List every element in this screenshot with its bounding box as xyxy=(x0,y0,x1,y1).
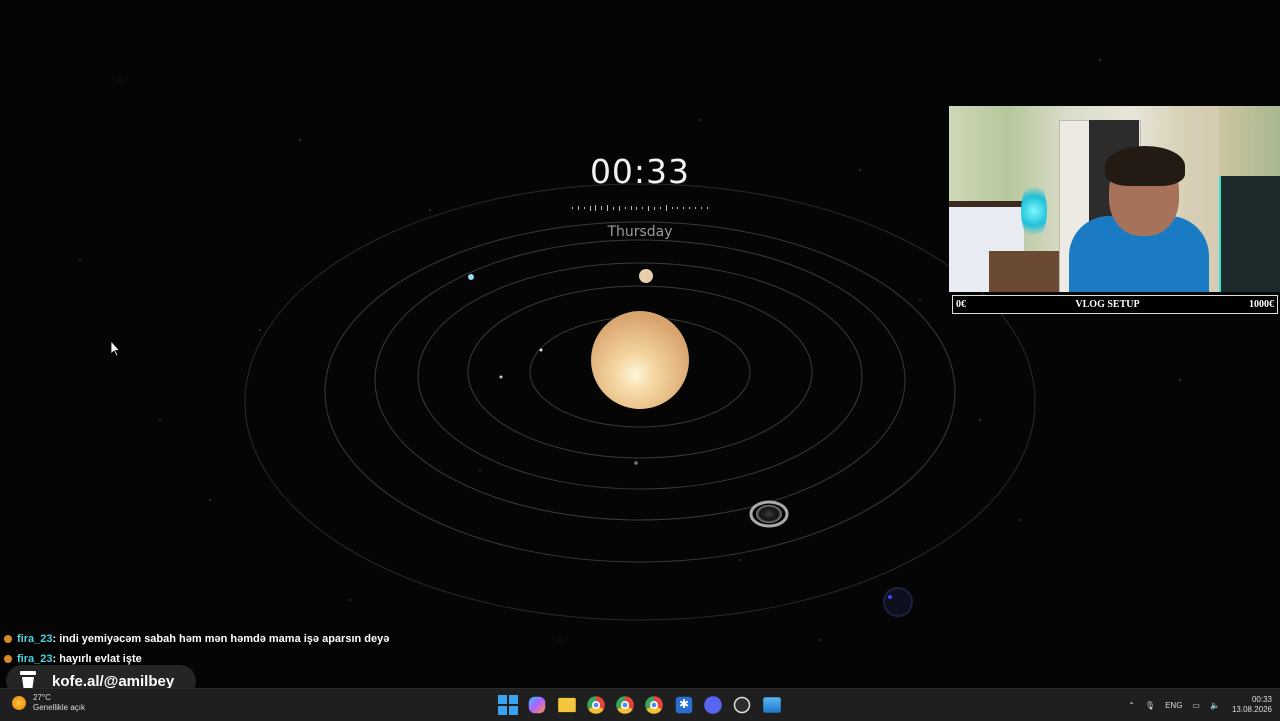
vlog-goal-bar: 0€ VLOG SETUP 1000€ xyxy=(952,295,1278,314)
planet-neptune xyxy=(883,587,913,617)
discord-icon[interactable] xyxy=(704,696,722,714)
chat-badge-icon xyxy=(4,655,12,663)
planet-saturn xyxy=(749,500,789,528)
taskbar-date: 13.08.2026 xyxy=(1231,705,1272,714)
star xyxy=(79,259,81,261)
goal-title: VLOG SETUP xyxy=(1075,299,1140,310)
start-icon[interactable] xyxy=(497,694,519,716)
star xyxy=(259,329,261,331)
chat-text: : hayırlı evlat işte xyxy=(52,653,142,665)
star xyxy=(429,209,431,211)
donation-link: kofe.al/@amilbey xyxy=(52,672,175,690)
obs-icon[interactable] xyxy=(734,696,751,714)
chat-overlay: fira_23 : indi yemiyəcəm sabah həm mən h… xyxy=(4,629,389,669)
system-tray: ⌃ 🎙 ENG ▭ 🔈 00:33 13.08.2026 xyxy=(1118,689,1272,721)
mouse-cursor-icon xyxy=(111,341,121,357)
photos-icon[interactable] xyxy=(762,697,781,713)
star xyxy=(209,499,211,501)
taskbar-time: 00:33 xyxy=(1251,695,1272,704)
planet-uranus xyxy=(468,274,474,280)
weather-sun-icon xyxy=(12,696,26,710)
chrome-icon[interactable] xyxy=(587,696,605,714)
weather-temperature: 27°C xyxy=(33,693,51,702)
star xyxy=(479,469,481,471)
file-explorer-icon[interactable] xyxy=(557,697,576,713)
star xyxy=(919,299,921,301)
taskbar: 27°C Genellikle açık ✱ ⌃ 🎙 ENG ▭ 🔈 00:33… xyxy=(0,688,1280,721)
sun xyxy=(591,311,689,409)
webcam-feed xyxy=(949,106,1280,292)
chat-message: fira_23 : indi yemiyəcəm sabah həm mən h… xyxy=(4,629,389,649)
planet-mars xyxy=(634,461,638,465)
chat-username: fira_23 xyxy=(17,653,53,665)
star xyxy=(979,419,981,421)
taskbar-apps: ✱ xyxy=(497,694,790,716)
solar-system-wallpaper xyxy=(79,59,1181,641)
star xyxy=(559,639,561,641)
chat-username: fira_23 xyxy=(17,633,53,645)
star xyxy=(1099,59,1101,61)
clock-time: 00:33 xyxy=(589,152,691,191)
planet-venus xyxy=(499,375,503,379)
webcam-person-hair xyxy=(1105,146,1185,186)
snow-icon[interactable]: ✱ xyxy=(675,696,693,714)
copilot-icon[interactable] xyxy=(529,696,546,714)
taskbar-clock[interactable]: 00:33 13.08.2026 xyxy=(1232,695,1272,715)
star xyxy=(349,599,351,601)
planet-mercury xyxy=(539,348,543,352)
star xyxy=(299,139,301,141)
microphone-icon[interactable]: 🎙 xyxy=(1145,701,1155,710)
star xyxy=(859,169,861,171)
chevron-up-icon[interactable]: ⌃ xyxy=(1128,701,1135,710)
language-indicator[interactable]: ENG xyxy=(1165,701,1182,710)
goal-end-label: 1000€ xyxy=(1249,299,1274,310)
chat-badge-icon xyxy=(4,635,12,643)
weather-widget[interactable]: 27°C Genellikle açık xyxy=(12,693,85,713)
star xyxy=(739,559,741,561)
star xyxy=(159,419,161,421)
webcam-desk xyxy=(989,251,1059,292)
chrome-icon[interactable] xyxy=(616,696,634,714)
weather-description: Genellikle açık xyxy=(33,703,86,712)
webcam-lamp xyxy=(1021,181,1047,241)
star xyxy=(119,79,121,81)
day-label: Thursday xyxy=(607,224,673,240)
star xyxy=(699,119,701,121)
network-icon[interactable]: ▭ xyxy=(1192,701,1200,710)
star xyxy=(1019,519,1021,521)
webcam-pc-case xyxy=(1219,176,1280,292)
chat-text: : indi yemiyəcəm sabah həm mən həmdə mam… xyxy=(52,633,390,645)
chrome-icon[interactable] xyxy=(645,696,664,714)
volume-icon[interactable]: 🔈 xyxy=(1210,701,1220,710)
goal-start-label: 0€ xyxy=(956,299,966,310)
planet-neptune-highlight xyxy=(888,595,892,599)
star xyxy=(1179,379,1181,381)
star xyxy=(819,639,821,641)
audio-visualizer xyxy=(572,205,708,211)
planet-jupiter xyxy=(639,269,653,283)
